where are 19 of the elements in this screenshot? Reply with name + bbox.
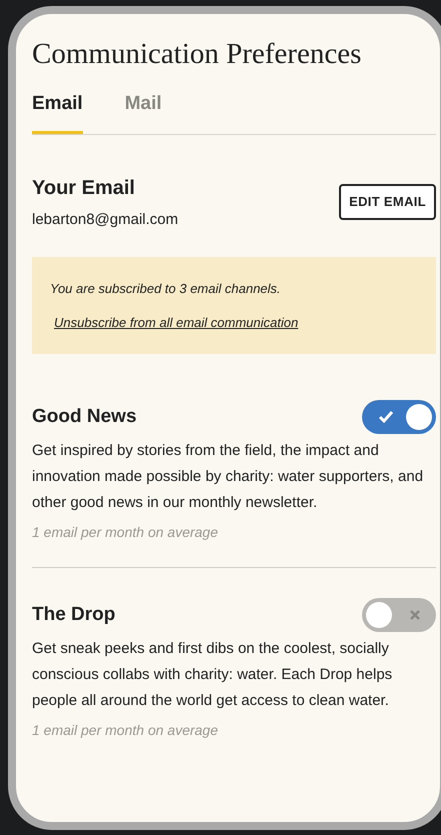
page-title: Communication Preferences xyxy=(32,37,362,72)
notice-text: You are subscribed to 3 email channels. xyxy=(50,280,282,298)
email-address: lebarton8@gmail.com xyxy=(32,210,178,230)
toggle-knob xyxy=(366,602,392,628)
channel-description: Get sneak peeks and first dibs on the coolest, socially conscious collabs with charity: water. Each Drop helps people all around the world get access to clean water. xyxy=(32,639,394,712)
channel-title: Good News xyxy=(32,405,137,429)
close-icon xyxy=(410,610,420,620)
edit-email-button[interactable]: EDIT EMAIL xyxy=(339,184,436,220)
check-icon xyxy=(378,410,394,424)
frequency-note: 1 email per month on average xyxy=(32,523,219,542)
channel-description: Get inspired by stories from the field, the impact and innovation made possible by charity: water supporters, and other good news in our monthly newsletter. xyxy=(32,441,424,514)
toggle-knob xyxy=(406,404,432,430)
section-heading: Your Email xyxy=(32,176,136,201)
tab[interactable]: Email xyxy=(32,90,83,134)
toggle-switch[interactable] xyxy=(362,400,436,434)
unsubscribe-link[interactable]: Unsubscribe from all email communication xyxy=(50,312,418,332)
channel-title: The Drop xyxy=(32,603,116,627)
toggle-switch[interactable] xyxy=(362,598,436,632)
frequency-note: 1 email per month on average xyxy=(32,721,219,740)
